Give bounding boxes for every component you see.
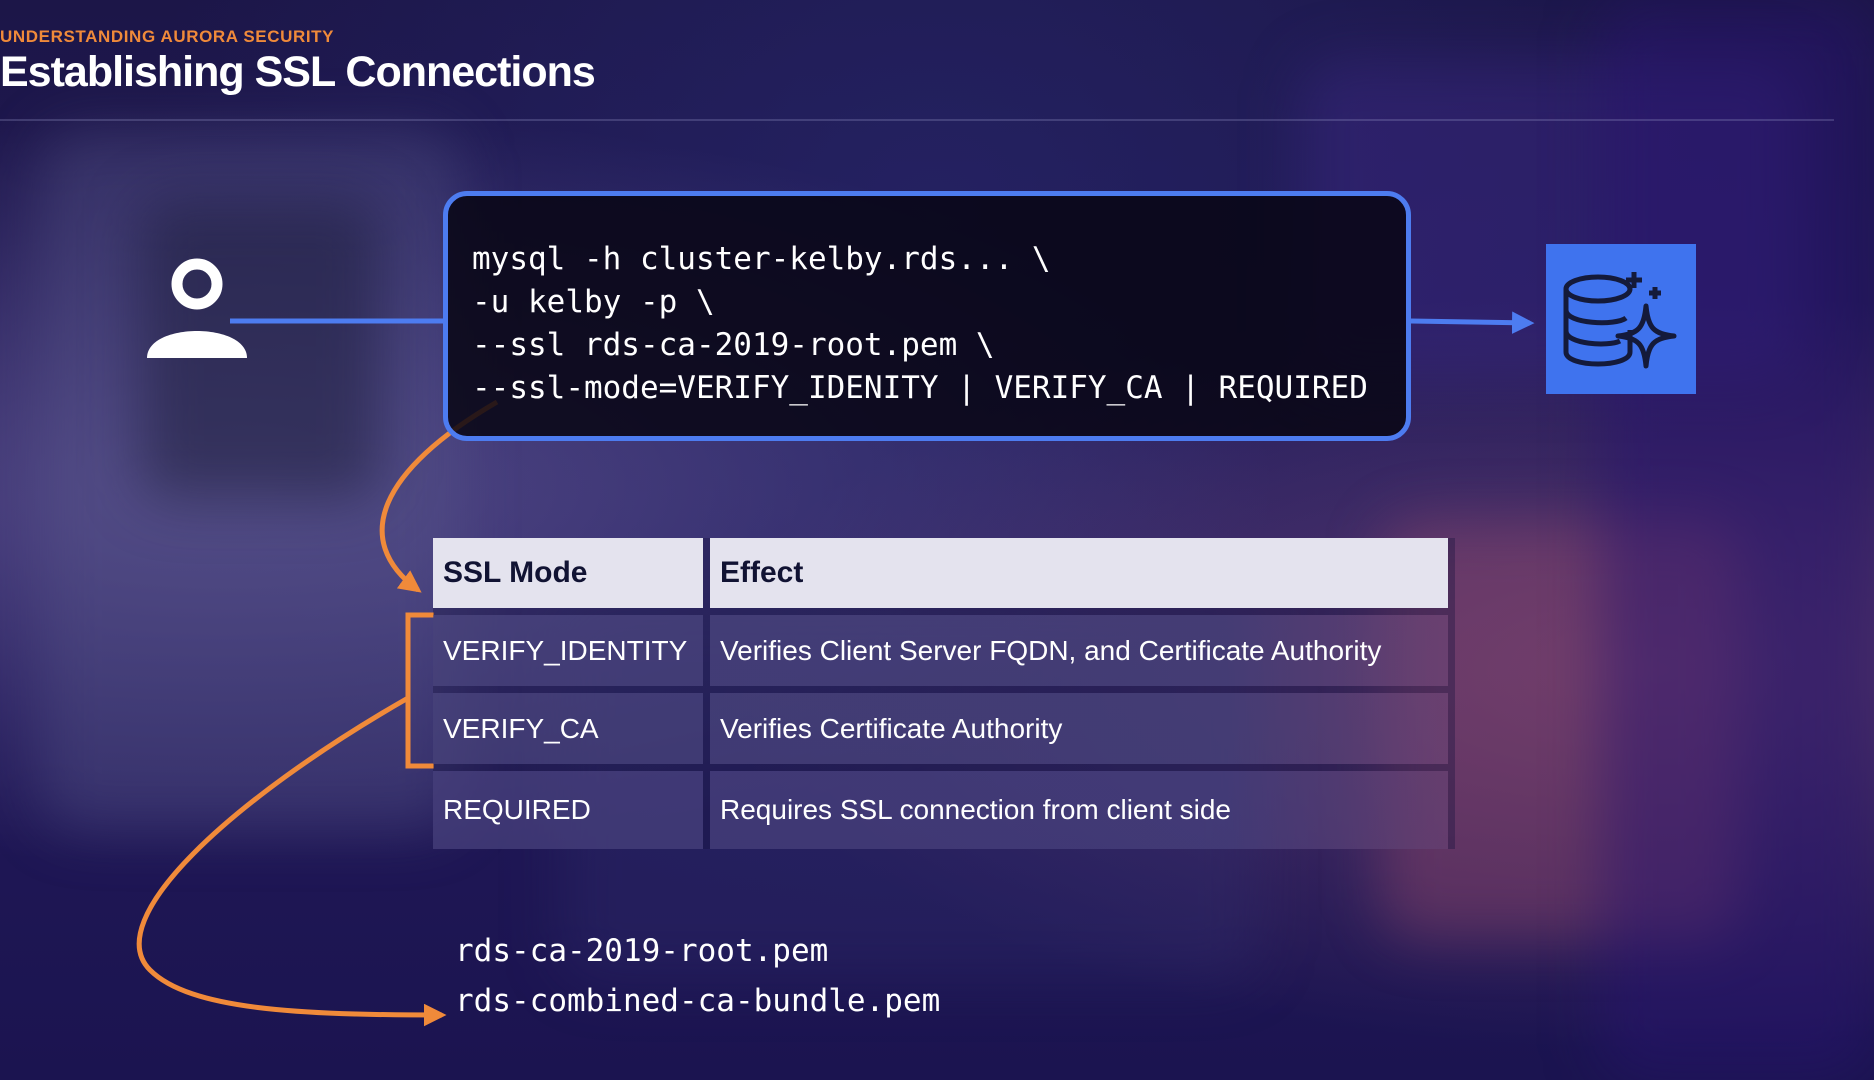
certificate-file-root: rds-ca-2019-root.pem bbox=[455, 933, 829, 969]
table-row: VERIFY_CA Verifies Certificate Authority bbox=[433, 693, 1455, 764]
user-icon bbox=[147, 258, 247, 358]
table-cell-mode: REQUIRED bbox=[433, 771, 703, 849]
table-cell-mode: VERIFY_IDENTITY bbox=[433, 615, 703, 686]
command-box: mysql -h cluster-kelby.rds... \ -u kelby… bbox=[443, 191, 1411, 441]
ssl-mode-table: SSL Mode Effect VERIFY_IDENTITY Verifies… bbox=[433, 538, 1455, 849]
command-line-2: -u kelby -p \ bbox=[472, 284, 715, 320]
table-cell-effect: Verifies Certificate Authority bbox=[710, 693, 1448, 764]
command-line-1: mysql -h cluster-kelby.rds... \ bbox=[472, 241, 1051, 277]
table-cell-effect: Verifies Client Server FQDN, and Certifi… bbox=[710, 615, 1448, 686]
table-cell-mode: VERIFY_CA bbox=[433, 693, 703, 764]
table-cell-effect: Requires SSL connection from client side bbox=[710, 771, 1448, 849]
command-line-4: --ssl-mode=VERIFY_IDENITY | VERIFY_CA | … bbox=[472, 370, 1368, 406]
table-header-ssl-mode: SSL Mode bbox=[433, 538, 703, 608]
table-row: VERIFY_IDENTITY Verifies Client Server F… bbox=[433, 615, 1455, 686]
aurora-database-icon bbox=[1546, 244, 1696, 394]
command-line-3: --ssl rds-ca-2019-root.pem \ bbox=[472, 327, 995, 363]
table-row: REQUIRED Requires SSL connection from cl… bbox=[433, 771, 1455, 849]
certificate-file-bundle: rds-combined-ca-bundle.pem bbox=[455, 983, 941, 1019]
bracket-to-files-arrow bbox=[136, 695, 447, 1027]
command-to-database-arrow bbox=[1410, 311, 1535, 334]
verify-bracket bbox=[405, 612, 434, 769]
table-header-row: SSL Mode Effect bbox=[433, 538, 1455, 608]
table-header-effect: Effect bbox=[710, 538, 1448, 608]
